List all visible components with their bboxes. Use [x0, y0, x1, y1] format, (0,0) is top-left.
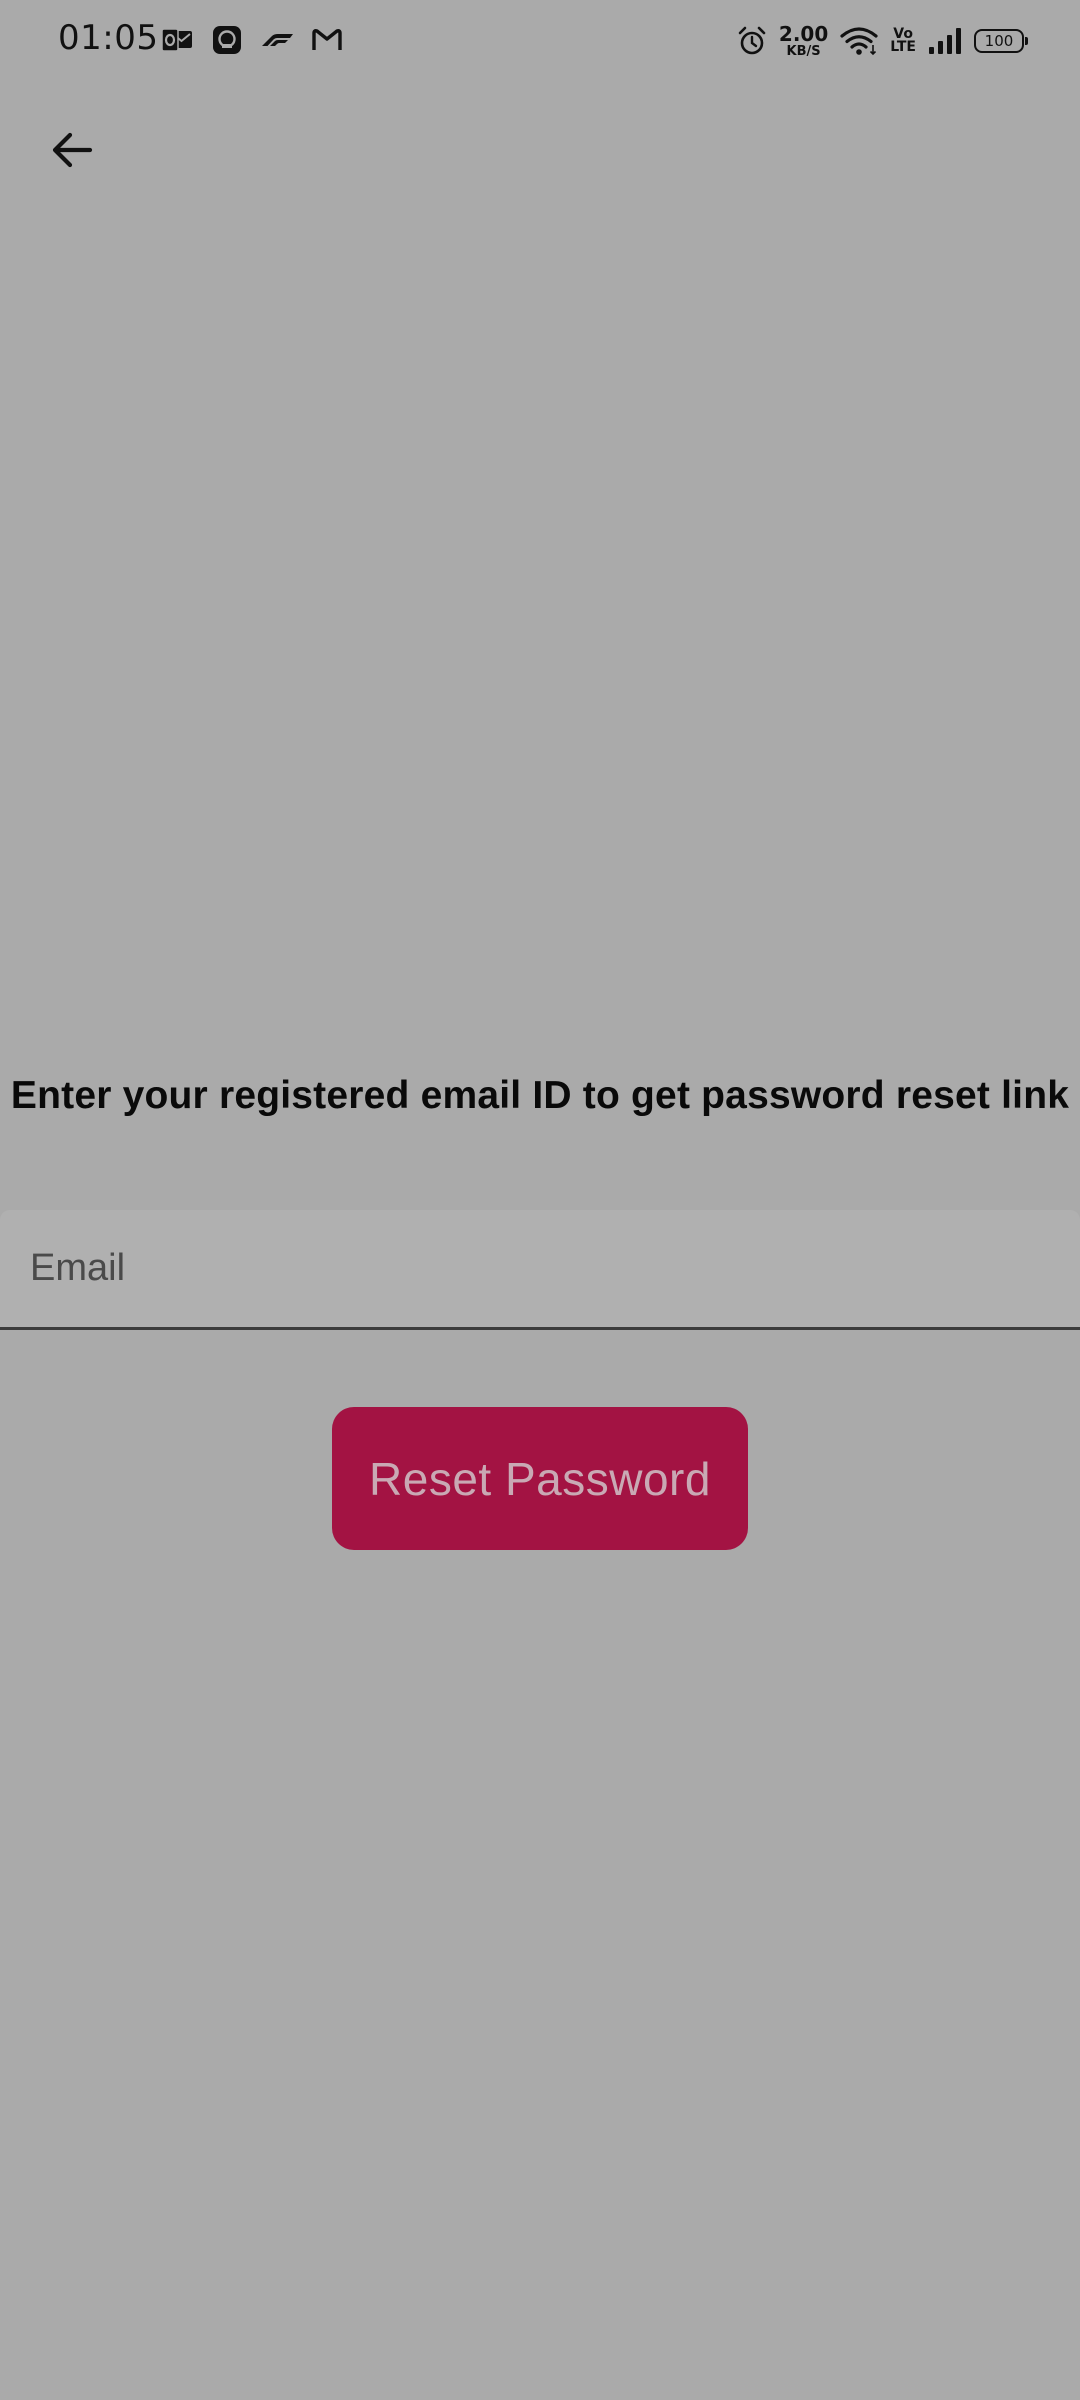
- volte-indicator: Vo LTE: [890, 27, 916, 55]
- status-time: 01:05: [58, 18, 159, 58]
- instruction-text: Enter your registered email ID to get pa…: [10, 1074, 1070, 1117]
- battery-level: 100: [984, 32, 1014, 50]
- outlook-icon: [160, 23, 194, 57]
- volte-bottom: LTE: [890, 39, 916, 55]
- network-speed-value: 2.00: [778, 22, 829, 46]
- arrow-left-icon: [52, 132, 93, 168]
- network-speed-unit: KB/S: [786, 44, 821, 59]
- battery-icon: 100: [974, 29, 1028, 53]
- notification-icons: [160, 22, 344, 58]
- network-speed: 2.00 KB/S: [779, 24, 828, 58]
- alarm-icon: [737, 25, 767, 57]
- status-bar: 01:05 2.00 KB/S Vo LTE 100: [0, 0, 1080, 82]
- email-input[interactable]: [30, 1210, 1050, 1327]
- email-field[interactable]: [0, 1210, 1080, 1330]
- f1-icon: [260, 23, 294, 57]
- signal-strength-icon: [928, 27, 962, 55]
- gmail-icon: [310, 23, 344, 57]
- system-icons: 2.00 KB/S Vo LTE 100: [737, 20, 1028, 62]
- reset-password-button[interactable]: Reset Password: [332, 1407, 748, 1550]
- back-button[interactable]: [40, 118, 104, 182]
- signal-app-icon: [210, 23, 244, 57]
- wifi-icon: [840, 26, 878, 56]
